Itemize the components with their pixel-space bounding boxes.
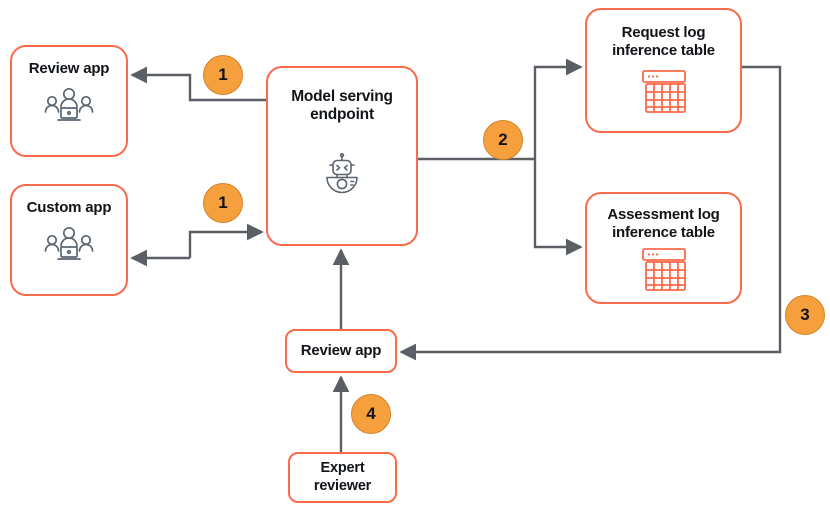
node-request-log-label: Request log inference table [612, 24, 715, 59]
step-badge-2: 2 [483, 120, 523, 160]
node-model-serving-endpoint[interactable]: Model serving endpoint [266, 66, 418, 246]
node-expert-reviewer-label: Expert reviewer [313, 460, 372, 494]
node-review-app-top[interactable]: Review app [10, 45, 128, 157]
step-badge-1b: 1 [203, 183, 243, 223]
step-badge-3: 3 [785, 295, 825, 335]
connector-trunk-to-assessment-log [533, 159, 583, 256]
node-review-app-top-label: Review app [28, 60, 110, 77]
node-model-serving-endpoint-label: Model serving endpoint [291, 88, 393, 124]
node-custom-app-label: Custom app [26, 199, 112, 216]
people-laptop-icon [40, 86, 98, 131]
table-icon [640, 247, 688, 298]
node-review-app-bottom-label: Review app [300, 342, 382, 360]
step-badge-4: 4 [351, 394, 391, 434]
robot-icon [319, 152, 365, 204]
connector-trunk-to-request-log [533, 58, 583, 159]
connector-review-app-to-endpoint [130, 66, 266, 102]
diagram-canvas: Review app Custom app Model serving endp… [0, 0, 830, 523]
node-assessment-log-label: Assessment log inference table [607, 206, 720, 241]
node-review-app-bottom[interactable]: Review app [285, 329, 397, 373]
node-request-log-inference-table[interactable]: Request log inference table [585, 8, 742, 133]
connector-custom-app-to-endpoint [188, 223, 264, 258]
step-badge-1a: 1 [203, 55, 243, 95]
people-laptop-icon [40, 225, 98, 270]
node-assessment-log-inference-table[interactable]: Assessment log inference table [585, 192, 742, 304]
node-custom-app[interactable]: Custom app [10, 184, 128, 296]
table-icon [640, 69, 688, 120]
node-expert-reviewer[interactable]: Expert reviewer [288, 452, 397, 503]
